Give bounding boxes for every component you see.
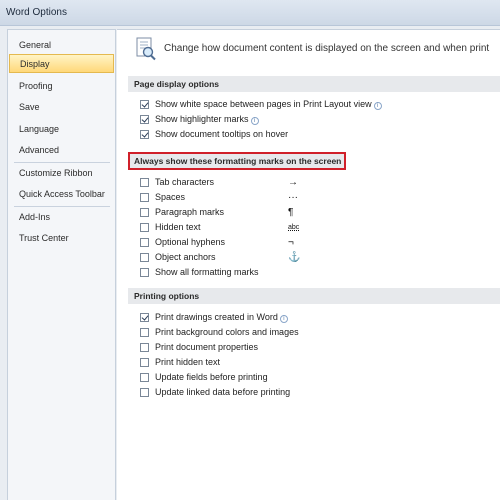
info-icon: i bbox=[373, 102, 382, 110]
checkbox[interactable] bbox=[140, 208, 149, 217]
option-label: Tab characters bbox=[155, 177, 215, 187]
checkbox[interactable] bbox=[140, 193, 149, 202]
option-label: Print background colors and images bbox=[155, 327, 299, 337]
section-page-display-options: Page display options bbox=[128, 76, 500, 92]
sidebar-item-proofing[interactable]: Proofing bbox=[9, 77, 114, 96]
sidebar-item-trust-center[interactable]: Trust Center bbox=[9, 229, 114, 248]
checkbox[interactable] bbox=[140, 100, 149, 109]
option-label: Update linked data before printing bbox=[155, 387, 291, 397]
option-label: Print hidden text bbox=[155, 357, 221, 367]
checkbox[interactable] bbox=[140, 130, 149, 139]
document-magnifier-icon bbox=[136, 37, 156, 61]
option-label: Update fields before printing bbox=[155, 372, 268, 382]
hidden-text-icon: abc bbox=[288, 224, 300, 231]
optional-hyphen-icon: ¬ bbox=[288, 237, 294, 248]
option-label: Spaces bbox=[155, 192, 186, 202]
option-label: Show white space between pages in Print … bbox=[155, 99, 372, 109]
sidebar-item-display[interactable]: Display bbox=[9, 54, 114, 73]
panel-header-text: Change how document content is displayed… bbox=[164, 43, 490, 54]
checkbox[interactable] bbox=[140, 268, 149, 277]
window-title: Word Options bbox=[6, 7, 67, 18]
checkbox[interactable] bbox=[140, 388, 149, 397]
option-label: Show highlighter marks bbox=[155, 114, 249, 124]
section-formatting-marks: Always show these formatting marks on th… bbox=[128, 152, 346, 170]
title-bar: Word Options bbox=[0, 0, 500, 26]
checkbox[interactable] bbox=[140, 238, 149, 247]
checkbox[interactable] bbox=[140, 358, 149, 367]
option-label: Show document tooltips on hover bbox=[155, 129, 289, 139]
option-label: Object anchors bbox=[155, 252, 216, 262]
sidebar-item-add-ins[interactable]: Add-Ins bbox=[9, 208, 114, 227]
sidebar-item-quick-access-toolbar[interactable]: Quick Access Toolbar bbox=[9, 185, 114, 204]
sidebar-divider bbox=[14, 162, 110, 163]
pilcrow-icon: ¶ bbox=[288, 207, 294, 218]
checkbox[interactable] bbox=[140, 313, 149, 322]
info-icon: i bbox=[279, 315, 288, 323]
sidebar-item-save[interactable]: Save bbox=[9, 98, 114, 117]
word-options-window: Word Options General Display Proofing Sa… bbox=[0, 0, 500, 500]
sidebar-item-language[interactable]: Language bbox=[9, 120, 114, 139]
sidebar-item-general[interactable]: General bbox=[9, 36, 114, 55]
option-label: Show all formatting marks bbox=[155, 267, 259, 277]
tab-arrow-icon: → bbox=[288, 177, 298, 188]
space-dots-icon: ··· bbox=[288, 192, 298, 203]
options-sidebar: General Display Proofing Save Language A… bbox=[7, 29, 116, 500]
section-printing-options: Printing options bbox=[128, 288, 500, 304]
checkbox[interactable] bbox=[140, 328, 149, 337]
anchor-icon: ⚓ bbox=[288, 252, 301, 263]
checkbox[interactable] bbox=[140, 253, 149, 262]
option-label: Paragraph marks bbox=[155, 207, 225, 217]
checkbox[interactable] bbox=[140, 343, 149, 352]
sidebar-item-customize-ribbon[interactable]: Customize Ribbon bbox=[9, 164, 114, 183]
option-label: Optional hyphens bbox=[155, 237, 226, 247]
display-options-panel: Change how document content is displayed… bbox=[117, 29, 500, 500]
sidebar-divider bbox=[14, 206, 110, 207]
checkbox[interactable] bbox=[140, 223, 149, 232]
checkbox[interactable] bbox=[140, 115, 149, 124]
info-icon: i bbox=[250, 117, 259, 125]
option-label: Print drawings created in Word bbox=[155, 312, 278, 322]
checkbox[interactable] bbox=[140, 373, 149, 382]
option-label: Hidden text bbox=[155, 222, 201, 232]
sidebar-item-advanced[interactable]: Advanced bbox=[9, 141, 114, 160]
checkbox[interactable] bbox=[140, 178, 149, 187]
option-label: Print document properties bbox=[155, 342, 259, 352]
